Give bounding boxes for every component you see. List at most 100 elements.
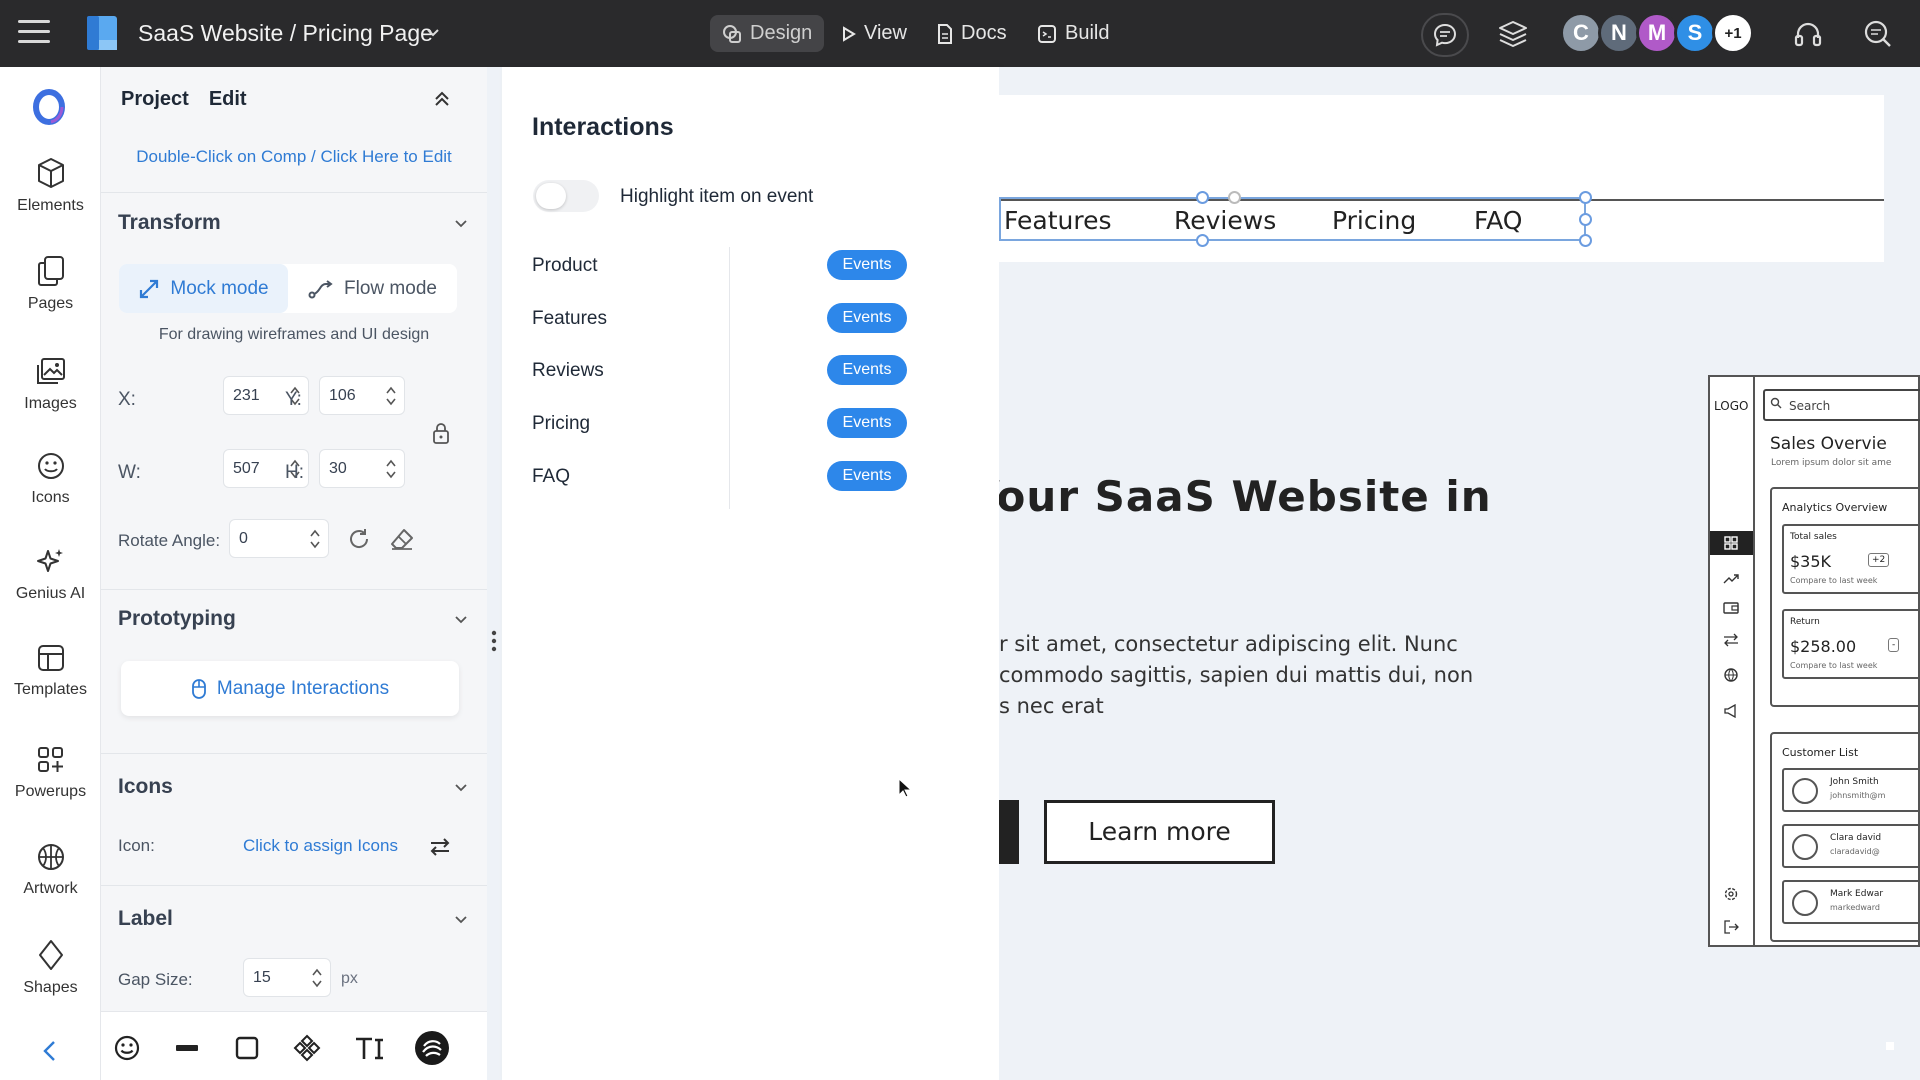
- kpi-badge: -: [1888, 638, 1900, 652]
- assign-icons-link[interactable]: Click to assign Icons: [243, 836, 398, 856]
- search-button[interactable]: [1855, 12, 1901, 56]
- rail-artwork[interactable]: Artwork: [0, 842, 101, 898]
- support-button[interactable]: [1785, 12, 1831, 56]
- line-icon[interactable]: [173, 1034, 201, 1062]
- document-icon: [938, 23, 952, 44]
- nav-link-pricing[interactable]: Pricing: [1332, 206, 1416, 235]
- lock-icon[interactable]: [431, 421, 451, 445]
- swap-arrows-icon[interactable]: [428, 837, 452, 857]
- rotate-value: 0: [239, 530, 248, 547]
- rail-pages[interactable]: Pages: [0, 255, 101, 313]
- pen-tool-icon[interactable]: [414, 1030, 450, 1066]
- learn-more-button[interactable]: Learn more: [1044, 800, 1275, 864]
- label-section-header[interactable]: Label: [118, 907, 468, 931]
- rectangle-icon[interactable]: [233, 1034, 261, 1062]
- stepper-arrows-icon[interactable]: [312, 967, 322, 989]
- component-icon[interactable]: [293, 1034, 321, 1062]
- y-input[interactable]: 106: [319, 376, 405, 415]
- rail-templates[interactable]: Templates: [0, 643, 101, 699]
- build-mode-button[interactable]: Build: [1025, 15, 1121, 52]
- rotate-input[interactable]: 0: [229, 519, 329, 558]
- rail-label: Images: [24, 395, 77, 412]
- transform-section-header[interactable]: Transform: [118, 211, 468, 235]
- prototyping-section-header[interactable]: Prototyping: [118, 607, 468, 631]
- nav-link-reviews[interactable]: Reviews: [1174, 206, 1276, 235]
- avatar[interactable]: N: [1598, 12, 1640, 54]
- rail-shapes[interactable]: Shapes: [0, 939, 101, 997]
- stepper-arrows-icon[interactable]: [310, 528, 320, 550]
- hamburger-menu-icon[interactable]: [18, 20, 50, 46]
- text-icon[interactable]: [353, 1034, 385, 1062]
- double-chevron-up-icon[interactable]: [431, 87, 453, 109]
- flow-mode-button[interactable]: Flow mode: [288, 264, 457, 313]
- h-input[interactable]: 30: [319, 449, 405, 488]
- resize-handle[interactable]: [1579, 191, 1592, 204]
- events-button[interactable]: Events: [827, 355, 907, 385]
- nav-link-features[interactable]: Features: [1004, 206, 1112, 235]
- resize-handle[interactable]: [1196, 191, 1209, 204]
- design-canvas[interactable]: Features Reviews Pricing FAQ Your SaaS W…: [999, 67, 1920, 1080]
- highlight-toggle[interactable]: [533, 180, 599, 212]
- rail-powerups[interactable]: Powerups: [0, 745, 101, 801]
- megaphone-icon[interactable]: [1723, 704, 1739, 718]
- smiley-icon[interactable]: [113, 1034, 141, 1062]
- dashboard-search-input[interactable]: Search: [1763, 389, 1920, 421]
- mock-mode-button[interactable]: Mock mode: [119, 264, 288, 313]
- wallet-icon[interactable]: [1723, 601, 1739, 615]
- divider: [101, 753, 487, 754]
- document-title[interactable]: SaaS Website / Pricing Page: [138, 20, 433, 47]
- avatar[interactable]: M: [1636, 12, 1678, 54]
- dashboard-subtitle: Lorem ipsum dolor sit ame: [1771, 458, 1892, 468]
- brand-logo-icon[interactable]: [31, 88, 67, 126]
- rail-elements[interactable]: Elements: [0, 157, 101, 215]
- stepper-arrows-icon[interactable]: [386, 385, 396, 407]
- rotate-icon[interactable]: [347, 527, 371, 551]
- rail-icons[interactable]: Icons: [0, 451, 101, 507]
- rail-images[interactable]: Images: [0, 357, 101, 413]
- customer-row[interactable]: Clara david claradavid@: [1782, 824, 1920, 868]
- edit-component-link[interactable]: Double-Click on Comp / Click Here to Edi…: [101, 147, 487, 167]
- grid-icon[interactable]: [1723, 536, 1739, 550]
- stepper-arrows-icon[interactable]: [386, 458, 396, 480]
- app-logo-icon[interactable]: [85, 14, 119, 52]
- primary-cta-button[interactable]: [999, 800, 1019, 864]
- more-collaborators-badge[interactable]: +1: [1712, 12, 1754, 54]
- events-button[interactable]: Events: [827, 250, 907, 280]
- layers-button[interactable]: [1490, 12, 1536, 56]
- globe-icon[interactable]: [1723, 668, 1739, 682]
- resize-handle[interactable]: [1196, 234, 1209, 247]
- trend-icon[interactable]: [1723, 571, 1739, 585]
- nav-link-faq[interactable]: FAQ: [1474, 206, 1522, 235]
- customer-row[interactable]: Mark Edwar markedward: [1782, 880, 1920, 924]
- comments-button[interactable]: [1421, 13, 1469, 57]
- rotate-handle[interactable]: [1228, 191, 1241, 204]
- rail-genius-ai[interactable]: Genius AI: [0, 547, 101, 603]
- chevron-left-icon[interactable]: [36, 1037, 64, 1065]
- design-mode-button[interactable]: Design: [710, 15, 825, 52]
- dashboard-wireframe[interactable]: LOGO Search Sales Overvie Lorem ipsum do…: [1708, 375, 1920, 947]
- transfer-icon[interactable]: [1723, 633, 1739, 647]
- tab-project[interactable]: Project: [121, 88, 189, 111]
- tab-edit[interactable]: Edit: [209, 88, 247, 111]
- avatar[interactable]: S: [1674, 12, 1716, 54]
- avatar[interactable]: C: [1560, 12, 1602, 54]
- logout-icon[interactable]: [1723, 920, 1739, 934]
- manage-interactions-button[interactable]: Manage Interactions: [121, 661, 459, 716]
- icons-section-header[interactable]: Icons: [118, 775, 468, 799]
- resize-handle[interactable]: [1579, 234, 1592, 247]
- docs-mode-button[interactable]: Docs: [925, 15, 1019, 52]
- events-button[interactable]: Events: [827, 408, 907, 438]
- eraser-icon[interactable]: [389, 527, 415, 551]
- gap-size-input[interactable]: 15: [243, 958, 331, 997]
- template-icon: [37, 645, 64, 671]
- view-mode-button[interactable]: View: [830, 15, 919, 52]
- chevron-down-icon[interactable]: [426, 26, 440, 40]
- customer-row[interactable]: John Smith johnsmith@m: [1782, 768, 1920, 812]
- gear-icon[interactable]: [1723, 887, 1739, 901]
- resize-handle[interactable]: [1579, 213, 1592, 226]
- more-vertical-icon[interactable]: [491, 630, 497, 652]
- avatar-initial: C: [1573, 20, 1589, 45]
- events-button[interactable]: Events: [827, 303, 907, 333]
- events-button[interactable]: Events: [827, 461, 907, 491]
- hero-headline[interactable]: Your SaaS Website in: [999, 472, 1492, 521]
